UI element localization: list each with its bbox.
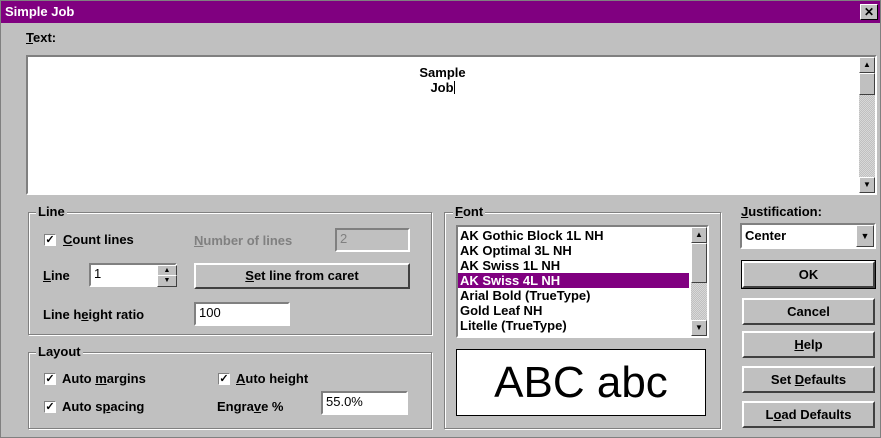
set-defaults-button[interactable]: Set Defaults (742, 366, 875, 393)
arrow-down-icon: ▼ (863, 180, 871, 189)
font-group-title: Font (453, 204, 486, 219)
line-spinner[interactable]: 1 ▲ ▼ (89, 263, 177, 287)
font-list-item[interactable]: Gold Leaf NH (458, 303, 689, 318)
simple-job-dialog: Simple Job ✕ Text: Sample Job ▲ ▼ Line ✓… (0, 0, 881, 438)
load-defaults-button[interactable]: Load Defaults (742, 401, 875, 428)
engrave-label: Engrave % (217, 399, 284, 414)
justification-select[interactable]: Center ▼ (740, 223, 876, 249)
auto-height-label: Auto height (236, 371, 309, 386)
text-label: Text: (26, 30, 57, 45)
arrow-up-icon: ▲ (695, 230, 703, 239)
auto-margins-checkbox[interactable]: ✓ (44, 373, 56, 385)
ok-button[interactable]: OK (741, 260, 876, 289)
font-preview-text: ABC abc (494, 358, 668, 407)
line-height-ratio-field[interactable]: 100 (194, 302, 290, 326)
font-list-item[interactable]: Arial Bold (TrueType) (458, 288, 689, 303)
auto-spacing-label: Auto spacing (62, 399, 145, 414)
text-caret (453, 81, 455, 94)
dropdown-button[interactable]: ▼ (856, 225, 874, 247)
font-list-item-selected[interactable]: AK Swiss 4L NH (458, 273, 689, 288)
line-group-title: Line (36, 204, 67, 219)
spin-down-button[interactable]: ▼ (157, 275, 177, 287)
arrow-up-icon: ▲ (163, 267, 171, 274)
number-of-lines-field: 2 (335, 228, 410, 252)
close-button[interactable]: ✕ (860, 4, 878, 20)
count-lines-checkbox[interactable]: ✓ (44, 234, 56, 246)
text-line-2: Job (430, 80, 455, 95)
auto-height-checkbox[interactable]: ✓ (218, 373, 230, 385)
scroll-down-button[interactable]: ▼ (691, 320, 707, 336)
close-icon: ✕ (863, 5, 875, 19)
count-lines-label: Count lines (63, 232, 134, 247)
text-editor[interactable]: Sample Job ▲ ▼ (26, 55, 877, 195)
cancel-button[interactable]: Cancel (742, 298, 875, 325)
scroll-thumb[interactable] (859, 73, 875, 95)
title-bar[interactable]: Simple Job ✕ (1, 1, 880, 23)
help-button[interactable]: Help (742, 331, 875, 358)
line-height-ratio-label: Line height ratio (43, 307, 145, 322)
arrow-down-icon: ▼ (163, 277, 171, 284)
font-list[interactable]: AK Gothic Block 1L NH AK Optimal 3L NH A… (456, 225, 709, 338)
number-of-lines-label: Number of lines (194, 233, 293, 248)
window-title: Simple Job (5, 4, 75, 19)
auto-spacing-checkbox[interactable]: ✓ (44, 401, 56, 413)
font-list-item[interactable]: AK Swiss 1L NH (458, 258, 689, 273)
font-preview: ABC abc (456, 349, 706, 416)
text-line-1: Sample (419, 65, 466, 80)
font-list-item[interactable]: AK Gothic Block 1L NH (458, 228, 689, 243)
arrow-up-icon: ▲ (863, 60, 871, 69)
font-list-scrollbar[interactable]: ▲ ▼ (691, 227, 707, 336)
text-scrollbar[interactable]: ▲ ▼ (859, 57, 875, 193)
auto-margins-label: Auto margins (62, 371, 146, 386)
scroll-up-button[interactable]: ▲ (859, 57, 875, 73)
arrow-down-icon: ▼ (695, 323, 703, 332)
line-label: Line (43, 268, 70, 283)
layout-group-title: Layout (36, 344, 83, 359)
set-line-from-caret-button[interactable]: Set line from caret (194, 263, 410, 289)
font-list-item[interactable]: Litelle (TrueType) (458, 318, 689, 333)
scroll-down-button[interactable]: ▼ (859, 177, 875, 193)
chevron-down-icon: ▼ (860, 231, 870, 241)
justification-label: Justification: (741, 204, 822, 219)
scroll-up-button[interactable]: ▲ (691, 227, 707, 243)
scroll-thumb[interactable] (691, 243, 707, 283)
engrave-field[interactable]: 55.0% (321, 391, 408, 415)
font-list-item[interactable]: AK Optimal 3L NH (458, 243, 689, 258)
